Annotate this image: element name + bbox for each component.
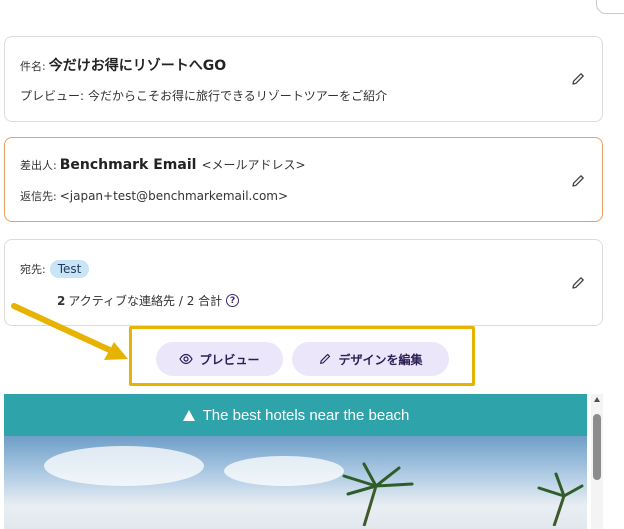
subject-label: 件名:: [20, 60, 46, 73]
help-icon[interactable]: ?: [226, 294, 240, 307]
reply-to-label: 返信先:: [20, 190, 57, 203]
edit-design-button[interactable]: デザインを編集: [292, 342, 449, 376]
scrollbar-thumb[interactable]: [593, 414, 601, 480]
preview-text-label: プレビュー:: [20, 89, 85, 103]
preview-button-label: プレビュー: [199, 352, 260, 367]
edit-subject-button[interactable]: [568, 69, 588, 89]
top-right-tab[interactable]: [596, 0, 624, 14]
preview-scrollbar[interactable]: [591, 394, 603, 529]
pencil-icon: [320, 353, 331, 364]
edit-sender-button[interactable]: [568, 171, 588, 191]
subject-card: 件名: 今だけお得にリゾートへGO プレビュー: 今だからこそお得に旅行できるリ…: [4, 36, 603, 122]
preview-text-value: 今だからこそお得に旅行できるリゾートツアーをご紹介: [88, 89, 388, 103]
palm-tree-image: [342, 462, 584, 526]
pencil-icon: [572, 277, 584, 289]
from-name: Benchmark Email: [59, 157, 197, 173]
pencil-icon: [572, 175, 584, 187]
preview-button[interactable]: プレビュー: [156, 342, 283, 376]
annotation-arrow: [11, 303, 128, 360]
email-banner: The best hotels near the beach: [4, 394, 587, 436]
from-address: <メールアドレス>: [201, 158, 306, 172]
banner-text: The best hotels near the beach: [202, 406, 410, 424]
from-label: 差出人:: [20, 159, 57, 172]
sender-card: 差出人: Benchmark Email <メールアドレス> 返信先: <jap…: [4, 137, 603, 222]
edit-recipient-button[interactable]: [568, 273, 588, 293]
scroll-up-arrow-icon[interactable]: [594, 397, 600, 402]
pencil-icon: [572, 73, 584, 85]
subject-value: 今だけお得にリゾートへGO: [48, 58, 227, 74]
warning-triangle-icon: [182, 409, 195, 421]
eye-icon: [179, 353, 194, 365]
beach-photo: [4, 436, 587, 529]
list-tag[interactable]: Test: [49, 260, 90, 278]
edit-design-button-label: デザインを編集: [338, 352, 423, 367]
recipient-label: 宛先:: [20, 263, 46, 276]
email-preview-frame: The best hotels near the beach: [4, 394, 603, 529]
reply-to-address: <japan+test@benchmarkemail.com>: [59, 189, 289, 203]
